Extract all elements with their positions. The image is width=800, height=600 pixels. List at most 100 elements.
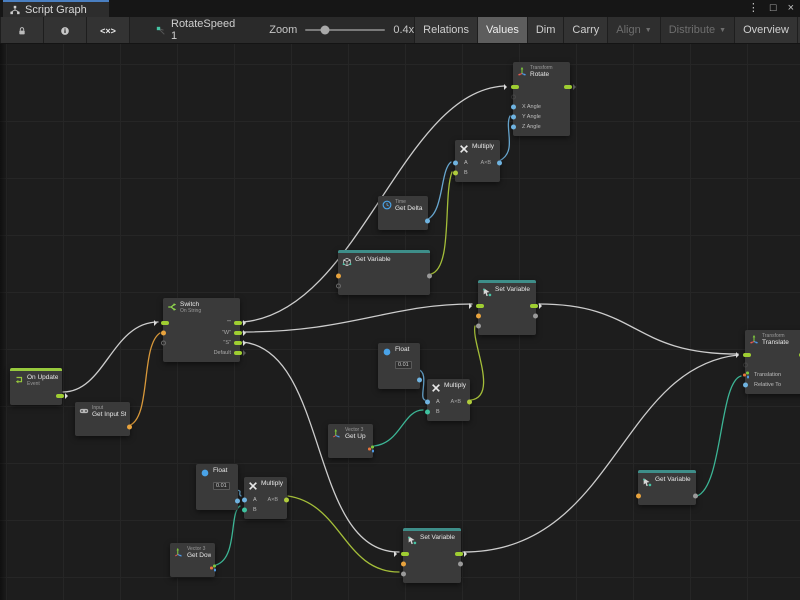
port-dot-lime[interactable] — [467, 400, 472, 405]
breadcrumb[interactable]: RotateSpeed 1 — [156, 17, 235, 43]
port-dot-gray[interactable] — [458, 562, 463, 567]
port-dots3[interactable] — [368, 446, 375, 453]
port-hollow[interactable] — [511, 95, 516, 100]
port-dot-blue[interactable] — [242, 498, 247, 503]
port-row: Z Angle — [513, 122, 570, 132]
port-flow[interactable] — [455, 552, 463, 556]
node-multiply-bot[interactable]: MultiplyAA×BB — [244, 477, 287, 519]
port-flow[interactable] — [234, 341, 242, 345]
port-flow[interactable] — [530, 304, 538, 308]
lock-button[interactable] — [0, 17, 44, 43]
port-dot-gray[interactable] — [427, 274, 432, 279]
distribute-button[interactable]: Distribute▼ — [661, 17, 735, 43]
port-dot-blue[interactable] — [425, 219, 430, 224]
node-set-variable-bot[interactable]: Set Variable — [403, 528, 461, 583]
port-dot-blue[interactable] — [511, 115, 516, 120]
port-flow[interactable] — [56, 394, 64, 398]
port-dot-teal[interactable] — [242, 508, 247, 513]
port-flow[interactable] — [401, 552, 409, 556]
port-row — [478, 321, 536, 331]
port-flow[interactable] — [161, 321, 169, 325]
relations-button[interactable]: Relations — [414, 17, 478, 43]
port-dot-gray[interactable] — [693, 494, 698, 499]
flow-arrow-icon — [243, 350, 249, 356]
node-get-down[interactable]: Vector 3Get Down — [170, 543, 215, 577]
port-hollow[interactable] — [336, 284, 341, 289]
overview-button-label: Overview — [743, 24, 789, 36]
port-dot-orange[interactable] — [401, 562, 406, 567]
port-dots3[interactable] — [210, 565, 217, 572]
zoom-slider[interactable] — [305, 29, 385, 31]
node-set-variable-mid[interactable]: Set Variable — [478, 280, 536, 335]
port-hollow[interactable] — [161, 341, 166, 346]
port-flow[interactable] — [511, 85, 519, 89]
dim-button[interactable]: Dim — [528, 17, 565, 43]
node-get-input-string[interactable]: InputGet Input String — [75, 402, 130, 436]
zoom-slider-thumb[interactable] — [321, 26, 330, 35]
node-switch-on-string[interactable]: SwitchOn String"""W""S"Default — [163, 298, 240, 362]
node-multiply-mid[interactable]: MultiplyAA×BB — [427, 379, 470, 421]
info-button[interactable] — [44, 17, 87, 43]
port-dot-gray[interactable] — [401, 572, 406, 577]
port-flow[interactable] — [234, 331, 242, 335]
port-dot-blue[interactable] — [453, 161, 458, 166]
port-dot-blue[interactable] — [511, 125, 516, 130]
overview-button[interactable]: Overview — [735, 17, 798, 43]
value-field[interactable]: 0.01 — [395, 361, 412, 369]
node-subtitle: Event — [27, 381, 58, 387]
port-dot-blue[interactable] — [425, 400, 430, 405]
port-hollow[interactable] — [743, 363, 748, 368]
port-dot-blue[interactable] — [417, 378, 422, 383]
port-flow[interactable] — [476, 304, 484, 308]
close-button[interactable]: × — [788, 0, 794, 17]
port-flow[interactable] — [234, 351, 242, 355]
port-dot-blue[interactable] — [235, 499, 240, 504]
group-button[interactable]: <×> — [87, 17, 130, 43]
value-field[interactable]: 0.01 — [213, 482, 230, 490]
port-dot-blue[interactable] — [497, 161, 502, 166]
node-get-delta-time[interactable]: TimeGet Delta Time — [378, 196, 428, 230]
node-float-mid[interactable]: Float0.01 — [378, 343, 420, 389]
flow-arrow-icon — [573, 84, 579, 90]
port-flow[interactable] — [234, 321, 242, 325]
port-dot-blue[interactable] — [511, 105, 516, 110]
port-dot-blue[interactable] — [743, 383, 748, 388]
port-dot-orange[interactable] — [636, 494, 641, 499]
port-dot-orange[interactable] — [476, 314, 481, 319]
vector3-icon — [174, 547, 184, 557]
node-float-bot[interactable]: Float0.01 — [196, 464, 238, 510]
node-get-up[interactable]: Vector 3Get Up — [328, 424, 373, 458]
graph-canvas[interactable]: On UpdateEvent InputGet Input String Switc… — [0, 44, 800, 600]
node-on-update[interactable]: On UpdateEvent — [10, 368, 62, 405]
maximize-button[interactable]: □ — [770, 0, 777, 17]
port-dots3[interactable] — [743, 372, 750, 379]
port-flow[interactable] — [743, 353, 751, 357]
port-flow[interactable] — [564, 85, 572, 89]
port-dot-gray[interactable] — [533, 314, 538, 319]
port-dot-orange[interactable] — [127, 425, 132, 430]
node-get-variable-top[interactable]: Get Variable — [338, 250, 430, 295]
port-dot-gray[interactable] — [476, 324, 481, 329]
port-dot-orange[interactable] — [161, 331, 166, 336]
switch-icon — [167, 302, 177, 312]
port-dot-lime[interactable] — [453, 171, 458, 176]
align-button[interactable]: Align▼ — [608, 17, 660, 43]
node-rotate[interactable]: TransformRotateX AngleY AngleZ Angle — [513, 62, 570, 136]
carry-button[interactable]: Carry — [564, 17, 608, 43]
node-translate[interactable]: TransformTranslateTranslationRelative To — [745, 330, 800, 394]
dim-button-label: Dim — [536, 24, 556, 36]
values-button[interactable]: Values — [478, 17, 528, 43]
node-multiply-top[interactable]: MultiplyAA×BB — [455, 140, 500, 182]
toolbar-right-group: RelationsValues Dim CarryAlign▼Distribute▼… — [414, 17, 800, 43]
port-label: "W" — [222, 330, 231, 336]
menu-button[interactable]: ⋮ — [748, 0, 759, 17]
tab-title: Script Graph — [25, 4, 87, 16]
port-row — [378, 216, 428, 226]
port-dot-orange[interactable] — [336, 274, 341, 279]
flow-arrow-icon — [504, 84, 510, 90]
multiply-icon — [248, 481, 258, 491]
node-get-variable-bottom-right[interactable]: Get Variable — [638, 470, 696, 505]
tab-script-graph[interactable]: Script Graph — [3, 0, 109, 17]
port-dot-lime[interactable] — [284, 498, 289, 503]
port-dot-teal[interactable] — [425, 410, 430, 415]
